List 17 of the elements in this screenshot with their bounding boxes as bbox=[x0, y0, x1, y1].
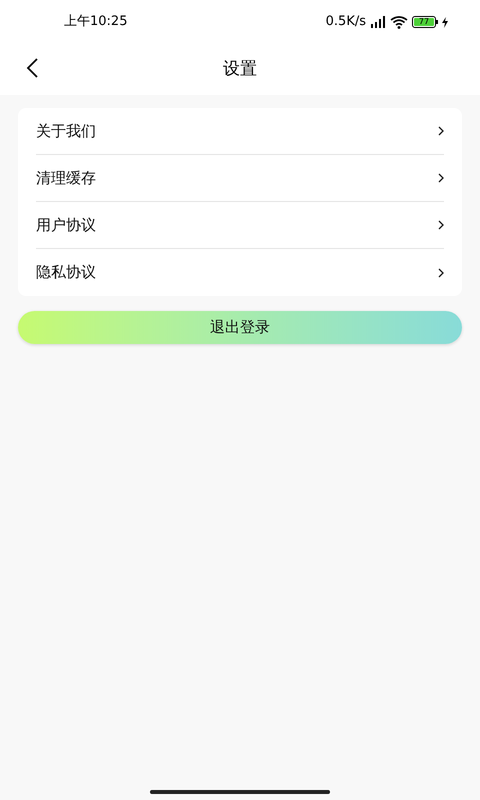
wifi-icon bbox=[390, 16, 408, 28]
chevron-right-icon bbox=[438, 126, 444, 136]
page-title: 设置 bbox=[223, 58, 257, 81]
settings-item[interactable]: 隐私协议 bbox=[36, 249, 444, 296]
battery-level: 77 bbox=[418, 18, 430, 26]
network-speed: 0.5K/s bbox=[326, 13, 366, 32]
signal-icon bbox=[370, 16, 386, 28]
charging-icon bbox=[442, 16, 448, 28]
logout-button[interactable]: 退出登录 bbox=[18, 311, 462, 344]
status-time: 上午10:25 bbox=[64, 13, 128, 32]
chevron-right-icon bbox=[438, 268, 444, 278]
chevron-right-icon bbox=[438, 220, 444, 230]
settings-item[interactable]: 关于我们 bbox=[36, 108, 444, 155]
settings-item[interactable]: 清理缓存 bbox=[36, 155, 444, 202]
chevron-right-icon bbox=[438, 173, 444, 183]
back-icon bbox=[26, 58, 38, 78]
settings-item[interactable]: 用户协议 bbox=[36, 202, 444, 249]
